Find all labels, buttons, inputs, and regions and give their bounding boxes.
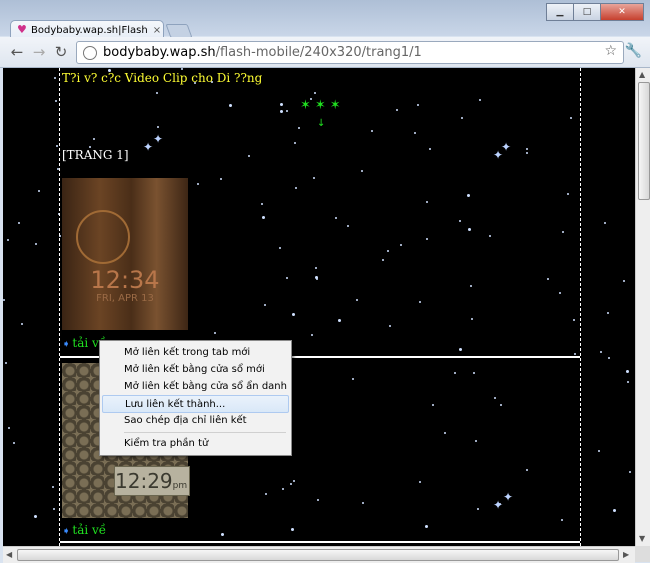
- scroll-up-icon[interactable]: ▲: [639, 70, 645, 79]
- green-stars-icon: ✶✶✶: [300, 98, 345, 113]
- down-arrow-icon: ↓: [317, 118, 326, 129]
- ctx-inspect-element[interactable]: Kiểm tra phần tử: [102, 435, 289, 453]
- star-dot: [8, 427, 10, 429]
- wallpaper-thumbnail-1[interactable]: 12:34 FRI, APR 13: [62, 178, 188, 330]
- new-tab-button[interactable]: [165, 24, 193, 38]
- star-dot: [55, 100, 57, 102]
- horizontal-scroll-thumb[interactable]: [17, 549, 619, 561]
- star-dot: [608, 357, 610, 359]
- maximize-button[interactable]: □: [573, 3, 601, 21]
- ctx-copy-link-address[interactable]: Sao chép địa chỉ liên kết: [102, 412, 289, 430]
- arrow-bullet-icon: ➧: [62, 526, 71, 537]
- page-heading: T?i v? c?c Video Clip cho Di ??ng: [62, 71, 263, 85]
- ctx-open-incognito[interactable]: Mở liên kết bằng cửa sổ ẩn danh: [102, 378, 289, 396]
- scrollbar-corner: [635, 546, 650, 562]
- star-dot: [604, 222, 606, 224]
- star-dot: [626, 370, 629, 373]
- digital-clock-panel: 12:29pm: [114, 466, 190, 496]
- url-text: bodybaby.wap.sh/flash-mobile/240x320/tra…: [103, 45, 422, 60]
- back-icon[interactable]: ←: [8, 43, 26, 61]
- star-dot: [13, 442, 15, 444]
- minimize-button[interactable]: ▁: [546, 3, 574, 21]
- ctx-open-new-window[interactable]: Mở liên kết bằng cửa sổ mới: [102, 361, 289, 379]
- download-link-2[interactable]: ➧ tải về: [62, 523, 106, 537]
- ctx-save-link-as[interactable]: Lưu liên kết thành...: [102, 395, 289, 413]
- tab-title: Bodybaby.wap.sh|Flash Mà: [31, 24, 151, 36]
- star-dot: [35, 243, 37, 245]
- star-dot: [3, 299, 5, 301]
- scroll-left-icon[interactable]: ◀: [6, 550, 12, 559]
- star-dot: [5, 362, 7, 364]
- close-window-button[interactable]: ✕: [600, 3, 644, 21]
- url-host: bodybaby.wap.sh: [103, 45, 216, 60]
- scroll-right-icon[interactable]: ▶: [623, 550, 629, 559]
- ctx-separator: [124, 432, 286, 433]
- clock-ampm: pm: [172, 481, 188, 491]
- star-dot: [56, 145, 58, 147]
- tab-close-icon[interactable]: ×: [151, 25, 163, 36]
- context-menu: Mở liên kết trong tab mới Mở liên kết bằ…: [99, 340, 292, 456]
- download-link-label: tải về: [72, 523, 107, 537]
- star-dot: [623, 280, 625, 282]
- globe-icon: [83, 45, 97, 60]
- star-dot: [613, 509, 616, 512]
- page-content: T?i v? c?c Video Clip cho Di ??ng ✶✶✶ ↓ …: [59, 68, 581, 546]
- horizontal-scrollbar[interactable]: ◀ ▶: [3, 546, 635, 563]
- star-dot: [7, 239, 9, 241]
- clock-time-1: 12:34: [90, 266, 160, 294]
- ctx-open-new-tab[interactable]: Mở liên kết trong tab mới: [102, 344, 289, 362]
- url-path: /flash-mobile/240x320/trang1/1: [215, 45, 422, 60]
- vertical-scrollbar[interactable]: ▲ ▼: [635, 68, 650, 546]
- star-dot: [18, 222, 20, 224]
- title-bar: ♥ Bodybaby.wap.sh|Flash Mà × ▁ □ ✕: [0, 0, 650, 39]
- divider: [60, 541, 580, 543]
- star-dot: [598, 450, 600, 452]
- page-number-label: [TRANG 1]: [62, 148, 129, 162]
- page-viewport: ✦ ✦ ✦ ✦ ✦ ✦ T?i v? c?c Video Clip cho Di…: [3, 68, 635, 546]
- forward-icon[interactable]: →: [30, 43, 48, 61]
- star-dot: [38, 190, 40, 192]
- star-dot: [52, 486, 54, 488]
- arrow-bullet-icon: ➧: [62, 339, 71, 350]
- star-dot: [53, 508, 55, 510]
- clock-date-1: FRI, APR 13: [96, 293, 154, 304]
- star-dot: [54, 77, 56, 79]
- analog-clock-icon: [76, 210, 130, 264]
- bookmark-star-icon[interactable]: ☆: [604, 43, 617, 59]
- wrench-menu-icon[interactable]: 🔧: [625, 43, 642, 59]
- window-controls: ▁ □ ✕: [546, 3, 644, 21]
- star-dot: [627, 381, 629, 383]
- star-dot: [34, 515, 37, 518]
- reload-icon[interactable]: ↻: [52, 43, 70, 61]
- star-dot: [629, 471, 631, 473]
- star-dot: [600, 351, 602, 353]
- address-bar[interactable]: bodybaby.wap.sh/flash-mobile/240x320/tra…: [76, 41, 624, 64]
- star-dot: [607, 312, 609, 314]
- clock-time-2: 12:29pm: [115, 469, 187, 493]
- browser-toolbar: ← → ↻ bodybaby.wap.sh/flash-mobile/240x3…: [0, 37, 650, 68]
- heart-favicon-icon: ♥: [17, 23, 27, 36]
- clock-time-2-digits: 12:29: [115, 469, 173, 493]
- scroll-down-icon[interactable]: ▼: [639, 534, 645, 543]
- star-dot: [21, 323, 23, 325]
- vertical-scroll-thumb[interactable]: [638, 82, 650, 200]
